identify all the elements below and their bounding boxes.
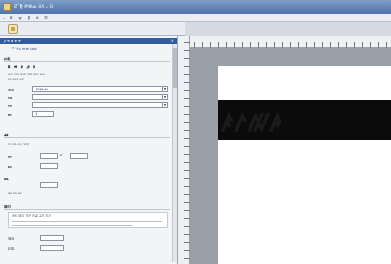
menu-item-5[interactable]: Ꝺ bbox=[45, 14, 48, 21]
spin-unit-1: ꮵ bbox=[60, 153, 63, 157]
option-select-2[interactable]: ▼ bbox=[32, 94, 168, 100]
description-5: ꯂꯃ ꯄꯅ ꯆꯇ ꯈꯉ ꯊꯋ ꯌꯍ bbox=[12, 214, 51, 218]
toolbar bbox=[0, 22, 185, 36]
description-4: ꮺꮻ ꮼꮽ ꮾꮿ bbox=[8, 191, 22, 195]
menu-item-3[interactable]: ꞵ bbox=[28, 14, 31, 21]
window-title: Ƨ˜Ĳ̴ ꯒ֍ԃ ʋ̆ʎ ޙ ꢤ bbox=[14, 4, 54, 10]
bottom-label-1: ꯎꯏ bbox=[8, 236, 15, 241]
spin-input-2[interactable] bbox=[40, 163, 58, 169]
settings-panel: ꭗ ꮃ ꮖ ꮘ ꮱ × ꭝꭞ ꭟꭠ ꭡꭢ ꭣꭤ ꭥꭦ ꭼ ꭽ ꭾ ꭿ ꮀ ꮂꮃ … bbox=[0, 36, 178, 264]
divider bbox=[4, 137, 170, 138]
divider bbox=[4, 209, 170, 210]
banner-text: ꤰꤱꤲꤳ bbox=[222, 109, 284, 137]
home-icon[interactable] bbox=[8, 24, 18, 34]
panel-title: ꭗ ꮃ ꮖ ꮘ ꮱ bbox=[4, 38, 21, 43]
menu-item-2[interactable]: ꝡ bbox=[18, 14, 21, 21]
spin-label-1: ꮳꮴ bbox=[8, 154, 12, 159]
horizontal-ruler bbox=[190, 36, 391, 48]
heading-row: ꭼ ꭽ ꭾ ꭿ ꮀ bbox=[8, 64, 36, 70]
section-title-3: ꮸꮹ bbox=[4, 176, 9, 181]
bottom-input-2[interactable] bbox=[40, 245, 64, 251]
option-select-1-value: ꮛꮜꮝꮞ ꮟꮠ bbox=[36, 87, 48, 91]
text-line bbox=[12, 221, 162, 222]
divider bbox=[4, 61, 170, 62]
vertical-ruler bbox=[178, 36, 190, 264]
bottom-input-1[interactable] bbox=[40, 235, 64, 241]
field-label-4: ꮥꮦ bbox=[8, 112, 12, 117]
panel-scrollbar[interactable] bbox=[172, 44, 177, 262]
field-label-2: ꮡꮢ bbox=[8, 95, 13, 100]
description-2: ꮒꮓ ꮔꮕꮖ ꮗꮘ bbox=[8, 77, 24, 81]
banner-block[interactable]: ꤰꤱꤲꤳ bbox=[218, 100, 391, 140]
document-page[interactable]: ꤰꤱꤲꤳ bbox=[218, 66, 391, 264]
menu-item-1[interactable]: ȣ bbox=[10, 14, 12, 21]
menu-bar: ꜡ ȣ ꝡ ꞵ ꝺ Ꝺ bbox=[0, 14, 391, 22]
field-label-1: ꮙꮚ bbox=[8, 87, 14, 92]
bottom-label-2: ꯐꯑ bbox=[8, 246, 15, 251]
document-canvas[interactable]: ꤰꤱꤲꤳ bbox=[190, 48, 391, 264]
value-field-4[interactable]: 1 bbox=[32, 111, 54, 117]
panel-header: ꭗ ꮃ ꮖ ꮘ ꮱ × bbox=[0, 38, 177, 44]
chevron-down-icon[interactable]: ▼ bbox=[162, 103, 167, 107]
title-bar: Ƨ˜Ĳ̴ ꯒ֍ԃ ʋ̆ʎ ޙ ꢤ bbox=[0, 0, 391, 14]
chevron-down-icon[interactable]: ▼ bbox=[162, 95, 167, 99]
field-label-3: ꮣꮤ bbox=[8, 103, 13, 108]
spin-label-2: ꮶꮷ bbox=[8, 164, 12, 169]
spin-input-1[interactable] bbox=[40, 153, 58, 159]
option-select-3[interactable]: ▼ bbox=[32, 102, 168, 108]
scrollbar-thumb[interactable] bbox=[173, 48, 177, 88]
description-3: ꮩꮪ ꮫꮬ ꮭꮮꮯ ꮰꮱꮲ bbox=[8, 142, 30, 146]
option-select-1[interactable]: ꮛꮜꮝꮞ ꮟꮠ ▼ bbox=[32, 86, 168, 92]
menu-item-4[interactable]: ꝺ bbox=[36, 14, 38, 21]
panel-link[interactable]: ꭝꭞ ꭟꭠ ꭡꭢ ꭣꭤ bbox=[12, 46, 37, 52]
chevron-down-icon[interactable]: ▼ bbox=[162, 87, 167, 91]
info-box: ꯂꯃ ꯄꯅ ꯆꯇ ꯈꯉ ꯊꯋ ꯌꯍ bbox=[8, 212, 168, 228]
app-icon bbox=[3, 3, 11, 11]
description-1: ꮂꮃ ꮄꮅꮆ ꮇꮈꮉ ꮊꮋ ꮌꮍꮎ ꮏꮐꮑ bbox=[8, 72, 46, 76]
spin-input-3[interactable] bbox=[40, 182, 58, 188]
spin-input-1b[interactable] bbox=[70, 153, 88, 159]
text-line bbox=[12, 225, 132, 226]
